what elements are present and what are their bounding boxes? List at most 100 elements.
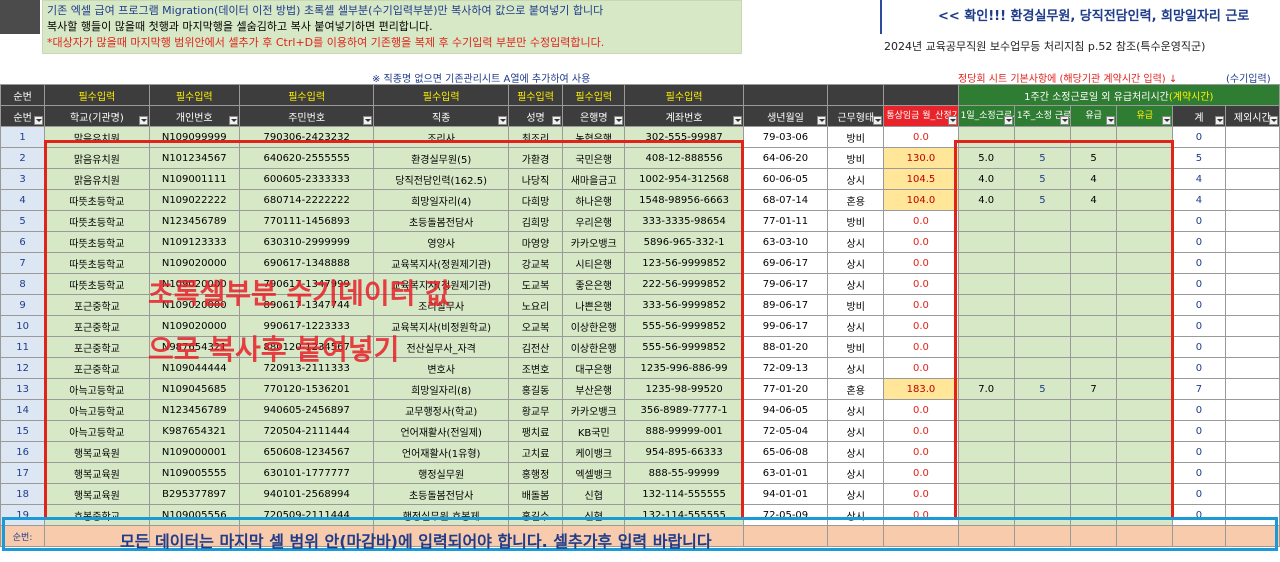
cell-paid[interactable] — [1070, 315, 1118, 337]
cell-bank[interactable]: 하나은행 — [562, 189, 626, 211]
cell-school[interactable]: 행복교육원 — [44, 441, 150, 463]
cell-job[interactable]: 당직전담인력(162.5) — [373, 168, 509, 190]
cell-personal-no[interactable]: N109099999 — [148, 126, 240, 148]
cell-birth[interactable]: 65-06-08 — [742, 441, 829, 463]
cell-paid-2[interactable] — [1116, 294, 1174, 316]
cell-school[interactable]: 맑음유치원 — [44, 126, 150, 148]
cell-paid[interactable] — [1070, 273, 1118, 295]
cell-account[interactable]: 1002-954-312568 — [624, 168, 744, 190]
cell-week-days[interactable] — [1013, 420, 1072, 442]
col-seq[interactable]: 순번 — [0, 105, 46, 127]
cell-name[interactable]: 강교복 — [507, 252, 564, 274]
cell-bank[interactable]: 이상한은행 — [562, 336, 626, 358]
cell-week-days[interactable] — [1013, 315, 1072, 337]
cell-paid[interactable] — [1070, 210, 1118, 232]
row-number[interactable]: 4 — [0, 189, 46, 211]
row-number[interactable]: 12 — [0, 357, 46, 379]
cell-day-hours[interactable] — [957, 336, 1015, 358]
cell-wage[interactable]: 183.0 — [883, 378, 959, 400]
cell-day-hours[interactable] — [957, 273, 1015, 295]
cell-work-type[interactable]: 혼용 — [827, 378, 885, 400]
filter-dropdown-icon[interactable] — [1269, 116, 1278, 125]
cell-account[interactable]: 356-8989-7777-1 — [624, 399, 744, 421]
col-paid-2[interactable]: 유급 — [1116, 105, 1174, 127]
cell-excluded[interactable] — [1224, 378, 1280, 400]
cell-paid-2[interactable] — [1116, 210, 1174, 232]
cell-name[interactable]: 홍행정 — [507, 462, 564, 484]
cell-excluded[interactable] — [1224, 231, 1280, 253]
cell-day-hours[interactable] — [957, 483, 1015, 505]
cell-day-hours[interactable] — [957, 210, 1015, 232]
col-excluded[interactable]: 제외시간 — [1224, 105, 1280, 127]
cell-total[interactable]: 5 — [1172, 147, 1226, 169]
cell-school[interactable]: 아늑고등학교 — [44, 399, 150, 421]
cell-personal-no[interactable]: N109005555 — [148, 462, 240, 484]
cell-bank[interactable]: KB국민 — [562, 420, 626, 442]
cell-week-days[interactable] — [1013, 231, 1072, 253]
cell-paid-2[interactable] — [1116, 147, 1174, 169]
cell-paid-2[interactable] — [1116, 357, 1174, 379]
cell-school[interactable]: 따뜻초등학교 — [44, 210, 150, 232]
cell-day-hours[interactable]: 4.0 — [957, 168, 1015, 190]
cell-paid-2[interactable] — [1116, 420, 1174, 442]
col-birth[interactable]: 생년월일 — [742, 105, 829, 127]
cell-name[interactable]: 노요리 — [507, 294, 564, 316]
cell-day-hours[interactable] — [957, 441, 1015, 463]
cell-birth[interactable]: 60-06-05 — [742, 168, 829, 190]
row-number[interactable]: 2 — [0, 147, 46, 169]
col-job[interactable]: 직종 — [373, 105, 509, 127]
col-week-days[interactable]: 1주_소정 근로일 (월~금) — [1013, 105, 1072, 127]
cell-work-type[interactable]: 상시 — [827, 483, 885, 505]
cell-school[interactable]: 따뜻초등학교 — [44, 252, 150, 274]
cell-bank[interactable]: 이상한은행 — [562, 315, 626, 337]
filter-dropdown-icon[interactable] — [552, 116, 562, 125]
cell-birth[interactable]: 99-06-17 — [742, 315, 829, 337]
filter-dropdown-icon[interactable] — [873, 116, 883, 125]
cell-paid-2[interactable] — [1116, 378, 1174, 400]
row-number[interactable]: 7 — [0, 252, 46, 274]
col-wage[interactable]: 통상임금 월_산정기준 — [883, 105, 959, 127]
cell-bank[interactable]: 케이뱅크 — [562, 441, 626, 463]
cell-account[interactable]: 954-895-66333 — [624, 441, 744, 463]
cell-birth[interactable]: 88-01-20 — [742, 336, 829, 358]
col-work-type[interactable]: 근무형태 — [827, 105, 885, 127]
cell-birth[interactable]: 79-06-17 — [742, 273, 829, 295]
cell-day-hours[interactable] — [957, 399, 1015, 421]
cell-personal-no[interactable]: N123456789 — [148, 210, 240, 232]
cell-birth[interactable]: 94-01-01 — [742, 483, 829, 505]
cell-paid[interactable] — [1070, 462, 1118, 484]
cell-personal-no[interactable]: N109020000 — [148, 252, 240, 274]
cell-wage[interactable]: 0.0 — [883, 315, 959, 337]
cell-week-days[interactable] — [1013, 336, 1072, 358]
cell-paid-2[interactable] — [1116, 315, 1174, 337]
cell-wage[interactable]: 104.0 — [883, 189, 959, 211]
cell-week-days[interactable] — [1013, 126, 1072, 148]
row-number[interactable]: 16 — [0, 441, 46, 463]
cell-bank[interactable]: 대구은행 — [562, 357, 626, 379]
filter-dropdown-icon[interactable] — [363, 116, 373, 125]
cell-school[interactable]: 따뜻초등학교 — [44, 189, 150, 211]
cell-birth[interactable]: 72-05-04 — [742, 420, 829, 442]
cell-day-hours[interactable]: 4.0 — [957, 189, 1015, 211]
cell-account[interactable]: 1235-996-886-99 — [624, 357, 744, 379]
col-paid[interactable]: 유급 — [1070, 105, 1118, 127]
cell-work-type[interactable]: 상시 — [827, 168, 885, 190]
cell-day-hours[interactable]: 7.0 — [957, 378, 1015, 400]
row-number[interactable]: 17 — [0, 462, 46, 484]
cell-bank[interactable]: 시티은행 — [562, 252, 626, 274]
cell-week-days[interactable]: 5 — [1013, 168, 1072, 190]
cell-account[interactable]: 333-56-9999852 — [624, 294, 744, 316]
cell-name[interactable]: 다희망 — [507, 189, 564, 211]
col-day-hours[interactable]: 1일_소정근로시간 (월~금) — [957, 105, 1015, 127]
cell-personal-no[interactable]: K987654321 — [148, 420, 240, 442]
cell-account[interactable]: 888-99999-001 — [624, 420, 744, 442]
cell-day-hours[interactable] — [957, 126, 1015, 148]
cell-account[interactable]: 132-114-555555 — [624, 483, 744, 505]
cell-paid[interactable]: 7 — [1070, 378, 1118, 400]
cell-name[interactable]: 김희망 — [507, 210, 564, 232]
cell-school[interactable]: 따뜻초등학교 — [44, 273, 150, 295]
cell-work-type[interactable]: 상시 — [827, 420, 885, 442]
cell-work-type[interactable]: 상시 — [827, 441, 885, 463]
cell-total[interactable]: 0 — [1172, 273, 1226, 295]
cell-paid-2[interactable] — [1116, 483, 1174, 505]
